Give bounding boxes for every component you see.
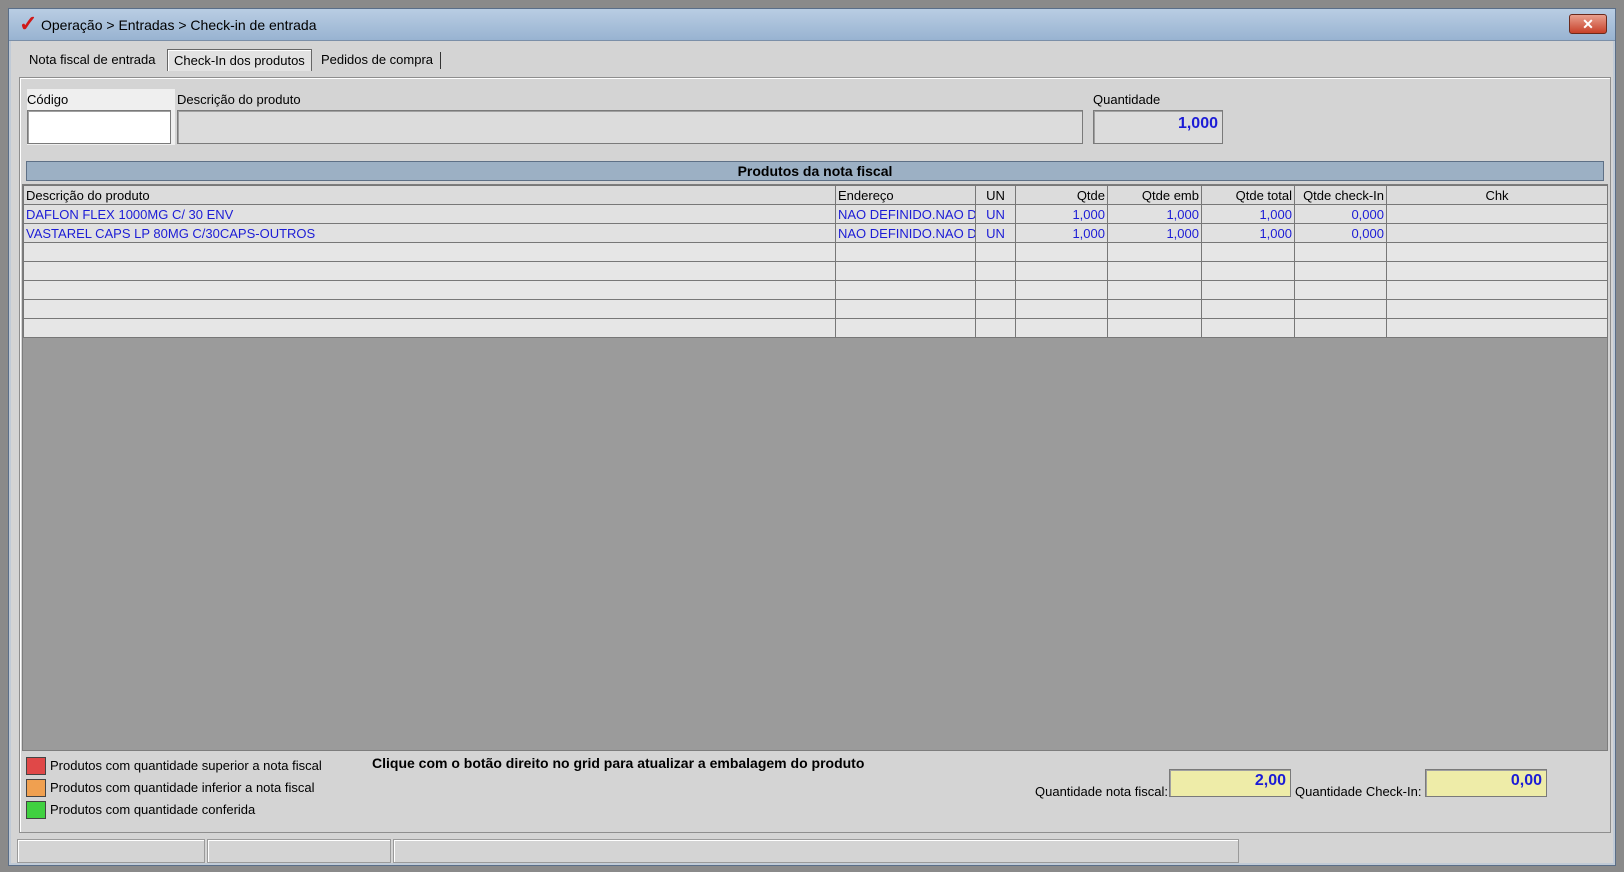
- grid-header-row: Descrição do produto Endereço UN Qtde Qt…: [23, 185, 1608, 205]
- legend-inferior-label: Produtos com quantidade inferior a nota …: [50, 780, 315, 795]
- grid-title: Produtos da nota fiscal: [26, 161, 1604, 181]
- cell-qtde[interactable]: 1,000: [1015, 204, 1108, 224]
- col-qtde[interactable]: Qtde: [1015, 185, 1108, 205]
- cell-chk[interactable]: [1386, 204, 1608, 224]
- cell-qtde-checkin[interactable]: 0,000: [1294, 223, 1387, 243]
- qtd-nota-fiscal-label: Quantidade nota fiscal:: [1035, 784, 1168, 799]
- cell-descricao[interactable]: DAFLON FLEX 1000MG C/ 30 ENV: [23, 204, 836, 224]
- legend-conferida-label: Produtos com quantidade conferida: [50, 802, 256, 817]
- empty-row[interactable]: [23, 299, 1608, 319]
- codigo-input[interactable]: [27, 110, 171, 144]
- empty-row[interactable]: [23, 242, 1608, 262]
- col-qtde-checkin[interactable]: Qtde check-In: [1294, 185, 1387, 205]
- cell-qtde-emb[interactable]: 1,000: [1107, 223, 1202, 243]
- status-cell-2: [207, 839, 391, 863]
- col-un[interactable]: UN: [975, 185, 1016, 205]
- qtd-checkin-label: Quantidade Check-In:: [1295, 784, 1422, 799]
- col-chk[interactable]: Chk: [1386, 185, 1608, 205]
- col-descricao[interactable]: Descrição do produto: [23, 185, 836, 205]
- status-bar: [17, 839, 1609, 863]
- checkin-window: ✓ Operação > Entradas > Check-in de entr…: [8, 8, 1616, 866]
- check-icon: ✓: [19, 11, 38, 36]
- legend-swatch-green: [26, 801, 46, 819]
- cell-qtde-total[interactable]: 1,000: [1201, 204, 1295, 224]
- col-qtde-total[interactable]: Qtde total: [1201, 185, 1295, 205]
- cell-un[interactable]: UN: [975, 204, 1016, 224]
- products-grid[interactable]: Descrição do produto Endereço UN Qtde Qt…: [22, 184, 1608, 751]
- cell-qtde-emb[interactable]: 1,000: [1107, 204, 1202, 224]
- legend-swatch-orange: [26, 779, 46, 797]
- cell-qtde-total[interactable]: 1,000: [1201, 223, 1295, 243]
- close-button[interactable]: ✕: [1569, 14, 1607, 34]
- cell-chk[interactable]: [1386, 223, 1608, 243]
- qtd-checkin-value: 0,00: [1425, 769, 1547, 797]
- quantidade-input[interactable]: 1,000: [1093, 110, 1223, 144]
- products-table: Descrição do produto Endereço UN Qtde Qt…: [23, 185, 1608, 338]
- qtd-nota-fiscal-value: 2,00: [1169, 769, 1291, 797]
- legend-swatch-red: [26, 757, 46, 775]
- cell-endereco[interactable]: NAO DEFINIDO.NAO D: [835, 223, 976, 243]
- cell-descricao[interactable]: VASTAREL CAPS LP 80MG C/30CAPS-OUTROS: [23, 223, 836, 243]
- cell-un[interactable]: UN: [975, 223, 1016, 243]
- title-bar[interactable]: ✓ Operação > Entradas > Check-in de entr…: [9, 9, 1615, 41]
- window-title: Operação > Entradas > Check-in de entrad…: [41, 17, 317, 33]
- cell-qtde[interactable]: 1,000: [1015, 223, 1108, 243]
- table-row[interactable]: DAFLON FLEX 1000MG C/ 30 ENV NAO DEFINID…: [23, 204, 1608, 224]
- codigo-label: Código: [27, 92, 69, 107]
- tab-pedidos-compra[interactable]: Pedidos de compra: [315, 49, 442, 71]
- cell-endereco[interactable]: NAO DEFINIDO.NAO D: [835, 204, 976, 224]
- tab-nota-fiscal[interactable]: Nota fiscal de entrada: [23, 49, 161, 71]
- descricao-label: Descrição do produto: [177, 92, 301, 107]
- codigo-group: Código: [27, 89, 175, 145]
- table-row[interactable]: VASTAREL CAPS LP 80MG C/30CAPS-OUTROS NA…: [23, 223, 1608, 243]
- status-cell-1: [17, 839, 205, 863]
- descricao-input[interactable]: [177, 110, 1083, 144]
- cell-qtde-checkin[interactable]: 0,000: [1294, 204, 1387, 224]
- grid-hint: Clique com o botão direito no grid para …: [372, 755, 865, 771]
- empty-row[interactable]: [23, 318, 1608, 338]
- legend-superior-label: Produtos com quantidade superior a nota …: [50, 758, 322, 773]
- empty-row[interactable]: [23, 261, 1608, 281]
- empty-row[interactable]: [23, 280, 1608, 300]
- checkin-panel: Código Descrição do produto Quantidade 1…: [19, 77, 1611, 833]
- tab-checkin-produtos[interactable]: Check-In dos produtos: [167, 49, 312, 71]
- col-qtde-emb[interactable]: Qtde emb: [1107, 185, 1202, 205]
- quantidade-label: Quantidade: [1093, 92, 1161, 107]
- status-cell-3: [393, 839, 1239, 863]
- col-endereco[interactable]: Endereço: [835, 185, 976, 205]
